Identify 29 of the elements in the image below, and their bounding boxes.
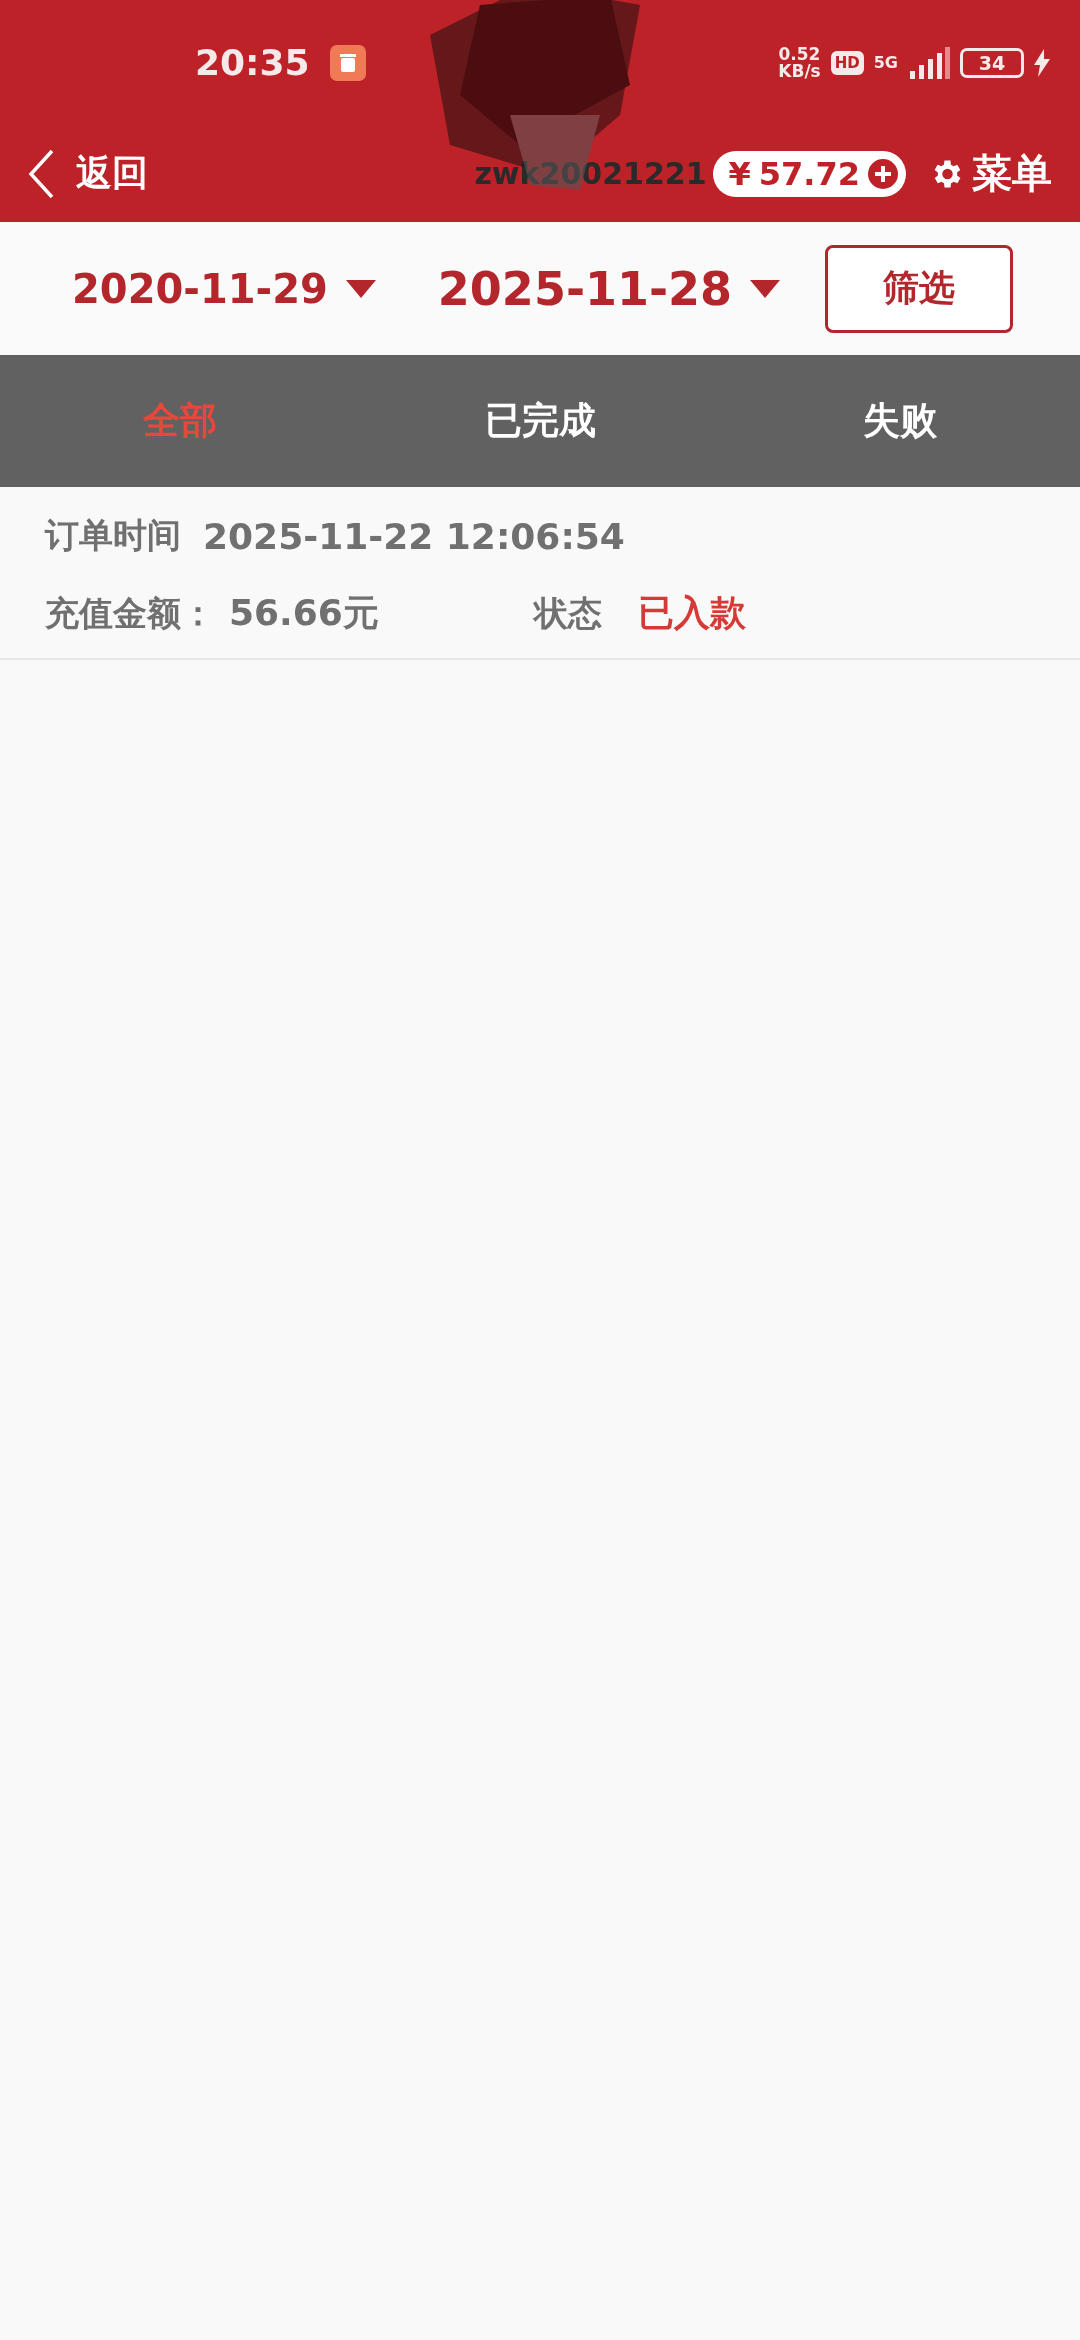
order-status: 已入款 bbox=[638, 591, 746, 635]
hd-badge: HD bbox=[830, 50, 864, 75]
username: zwk20021221 bbox=[474, 156, 707, 191]
tab[interactable]: 失败 bbox=[720, 355, 1080, 487]
currency-symbol: ¥ bbox=[728, 154, 751, 193]
amount-label: 充值金额： bbox=[45, 591, 215, 635]
speed-unit: KB/s bbox=[778, 62, 821, 80]
back-button[interactable]: 返回 bbox=[28, 148, 148, 199]
balance-amount: 57.72 bbox=[758, 154, 860, 193]
dropdown-icon bbox=[750, 279, 781, 298]
end-date-picker[interactable]: 2025-11-28 bbox=[437, 261, 781, 316]
back-icon bbox=[28, 148, 54, 199]
status-label: 状态 bbox=[534, 591, 602, 635]
start-date-picker[interactable]: 2020-11-29 bbox=[72, 265, 376, 312]
time-label: 订单时间 bbox=[45, 514, 181, 557]
battery-level: 34 bbox=[978, 51, 1006, 74]
dropdown-icon bbox=[345, 279, 376, 298]
filter-button[interactable]: 筛选 bbox=[825, 244, 1013, 333]
network-type: 5G bbox=[873, 53, 898, 72]
balance-button[interactable]: ¥ 57.72 bbox=[712, 150, 906, 197]
order-amount: 56.66元 bbox=[229, 591, 380, 635]
order-time: 2025-11-22 12:06:54 bbox=[203, 515, 625, 557]
plus-icon bbox=[868, 158, 898, 189]
app-notification-icon bbox=[329, 44, 366, 81]
status-time: 20:35 bbox=[195, 42, 310, 83]
signal-icon bbox=[908, 46, 950, 79]
network-speed: 0.52 bbox=[778, 45, 821, 63]
menu-button[interactable]: 菜单 bbox=[928, 146, 1052, 201]
tab[interactable]: 已完成 bbox=[360, 355, 720, 487]
